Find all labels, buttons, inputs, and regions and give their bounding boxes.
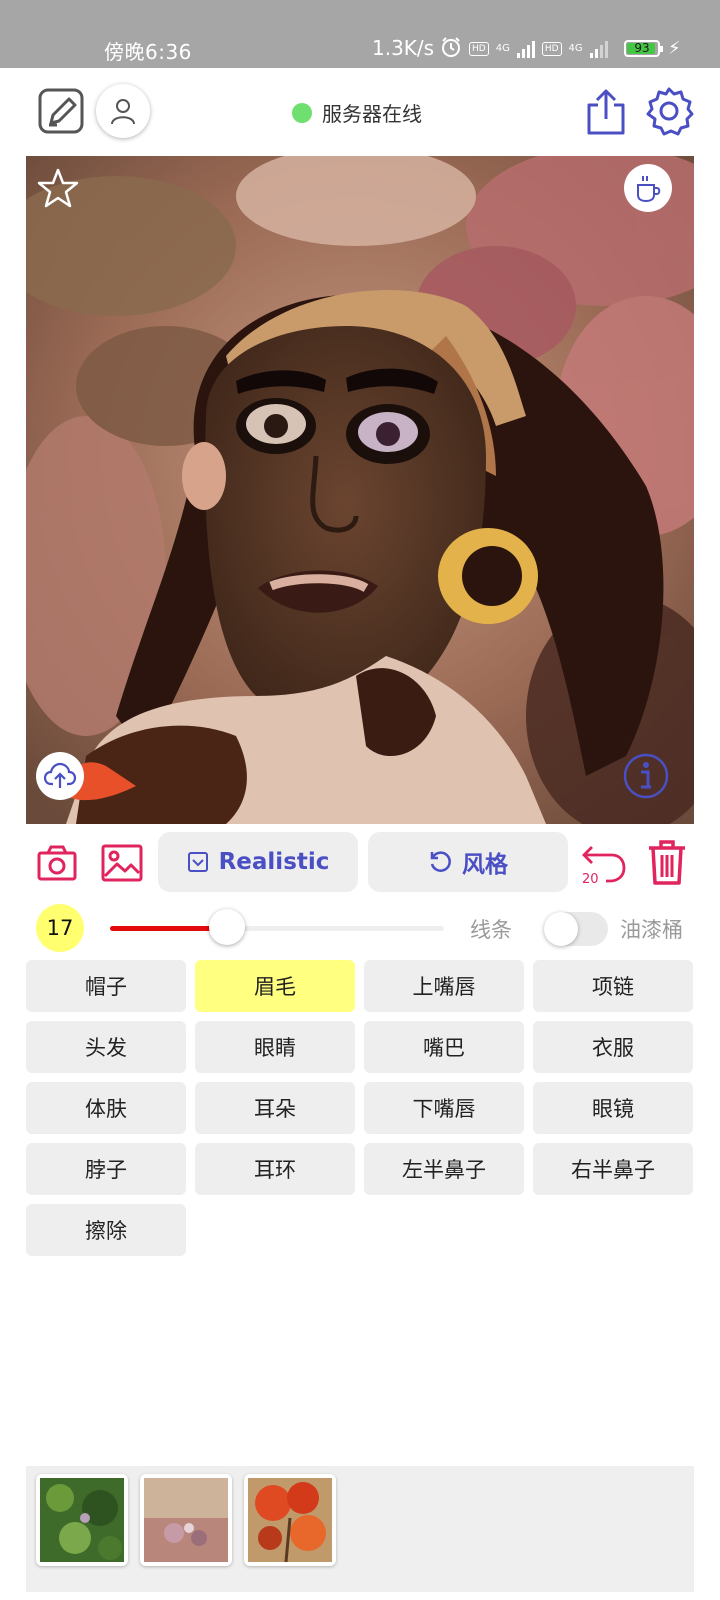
style-thumbnail-green-foliage[interactable]	[36, 1474, 128, 1566]
camera-icon[interactable]	[36, 842, 78, 884]
server-status: 服务器在线	[292, 98, 422, 127]
gallery-image-icon[interactable]	[100, 842, 144, 884]
paint-bucket-toggle[interactable]	[544, 912, 608, 946]
trash-icon[interactable]	[644, 838, 690, 888]
part-button[interactable]: 耳环	[195, 1143, 355, 1195]
edit-icon[interactable]	[36, 86, 86, 136]
battery-icon: 93	[624, 40, 663, 57]
settings-gear-icon[interactable]	[644, 86, 694, 136]
network-type-1: 4G	[495, 43, 510, 54]
share-icon[interactable]	[584, 86, 628, 138]
toggle-knob	[544, 912, 578, 946]
brush-size-badge: 17	[36, 904, 84, 952]
undo-count: 20	[582, 872, 599, 887]
user-icon[interactable]	[96, 84, 150, 138]
brush-size-slider-track[interactable]	[110, 926, 444, 931]
hd-badge: HD	[469, 42, 489, 56]
brush-size-slider-thumb[interactable]	[209, 909, 245, 945]
coffee-cup-icon[interactable]	[624, 164, 672, 212]
checkbox-icon	[187, 852, 208, 872]
refresh-icon	[430, 851, 451, 872]
part-button[interactable]: 衣服	[533, 1021, 693, 1073]
status-icons: HD 4G HD 4G	[440, 36, 608, 62]
signal-icon-2	[589, 40, 608, 58]
part-button[interactable]: 耳朵	[195, 1082, 355, 1134]
status-time: 傍晚6:36	[104, 40, 192, 64]
part-button[interactable]: 项链	[533, 960, 693, 1012]
part-button[interactable]: 眼睛	[195, 1021, 355, 1073]
alarm-icon	[440, 36, 462, 62]
hd-badge-2: HD	[541, 42, 562, 56]
drawing-canvas[interactable]	[26, 156, 694, 824]
part-button[interactable]: 上嘴唇	[364, 960, 524, 1012]
upload-cloud-icon[interactable]	[36, 752, 84, 800]
charging-icon: ⚡	[668, 38, 681, 59]
part-button[interactable]: 脖子	[26, 1143, 186, 1195]
line-mode-label: 线条	[470, 918, 512, 942]
signal-icon	[516, 40, 535, 58]
part-grid: 帽子 眉毛 上嘴唇 项链 头发 眼睛 嘴巴 衣服 体肤 耳朵 下嘴唇 眼镜 脖子…	[26, 960, 694, 1256]
brush-controls	[0, 902, 720, 962]
style-thumbnail-red-flowers[interactable]	[244, 1474, 336, 1566]
favorite-star-icon[interactable]	[36, 166, 80, 210]
style-button[interactable]: 风格	[368, 832, 568, 892]
paint-bucket-label: 油漆桶	[620, 918, 683, 942]
part-button[interactable]: 嘴巴	[364, 1021, 524, 1073]
style-thumbnail-pink-floral[interactable]	[140, 1474, 232, 1566]
part-button[interactable]: 帽子	[26, 960, 186, 1012]
model-select-label: Realistic	[218, 849, 330, 875]
part-button[interactable]: 头发	[26, 1021, 186, 1073]
part-button[interactable]: 擦除	[26, 1204, 186, 1256]
generated-portrait	[26, 156, 694, 824]
brush-size-value: 17	[46, 916, 74, 940]
info-icon[interactable]	[622, 752, 670, 800]
model-select-button[interactable]: Realistic	[158, 832, 358, 892]
undo-icon[interactable]: 20	[580, 844, 628, 888]
style-label: 风格	[462, 852, 508, 878]
network-type-2: 4G	[568, 43, 583, 54]
server-status-dot	[292, 102, 312, 123]
part-button[interactable]: 体肤	[26, 1082, 186, 1134]
part-button[interactable]: 右半鼻子	[533, 1143, 693, 1195]
battery-level: 93	[634, 41, 650, 55]
status-bar: 傍晚6:36 1.3K/s HD 4G HD 4G 93 ⚡	[0, 0, 720, 68]
server-status-label: 服务器在线	[322, 102, 422, 126]
part-button[interactable]: 左半鼻子	[364, 1143, 524, 1195]
part-button[interactable]: 眼镜	[533, 1082, 693, 1134]
status-net-speed: 1.3K/s	[372, 36, 435, 60]
part-button[interactable]: 眉毛	[195, 960, 355, 1012]
part-button[interactable]: 下嘴唇	[364, 1082, 524, 1134]
